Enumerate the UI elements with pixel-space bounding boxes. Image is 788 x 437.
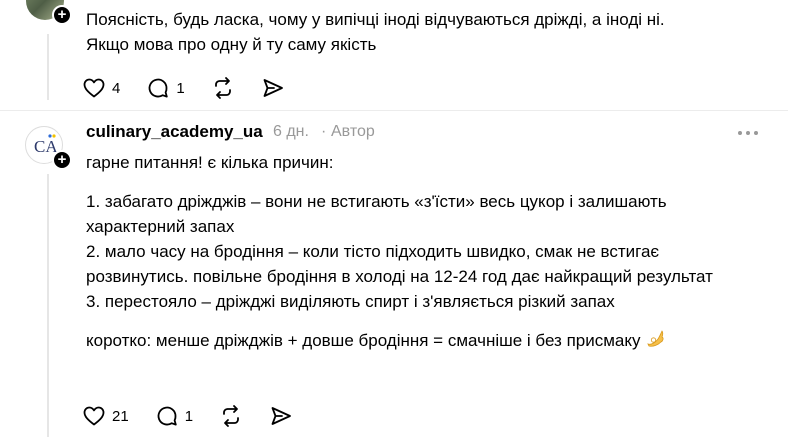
comment-icon [148, 78, 169, 98]
post-2-actions: 21 1 [82, 403, 319, 429]
post-1-text-line: Якщо мова про одну й ту саму якість [86, 35, 377, 54]
more-dots-icon [754, 131, 758, 135]
thread-line [47, 34, 49, 100]
reply-button[interactable]: 1 [146, 75, 185, 101]
post-2-summary-line: коротко: менше дріжджів + довше бродіння… [86, 328, 746, 353]
post-divider [0, 110, 788, 111]
like-button[interactable]: 21 [82, 403, 129, 429]
thread-line [47, 174, 49, 437]
post-2-item-3: 3. перестояло – дріжджі виділяють спирт … [86, 292, 615, 311]
repost-icon [223, 405, 239, 427]
like-count: 4 [112, 79, 121, 97]
username[interactable]: culinary_academy_ua [86, 122, 263, 142]
more-options-button[interactable] [738, 128, 764, 138]
post-2-summary: коротко: менше дріжджів + довше бродіння… [86, 331, 641, 350]
more-dots-icon [738, 131, 742, 135]
comment-icon [157, 406, 177, 426]
post-1-text-line: Поясність, будь ласка, чому у випічці ін… [86, 10, 665, 29]
post-2-item-1: 1. забагато дріжджів – вони не встигають… [86, 192, 667, 236]
post-2-item-2: 2. мало часу на бродіння – коли тісто пі… [86, 242, 713, 286]
share-button[interactable] [269, 403, 293, 429]
heart-icon [83, 78, 105, 98]
follow-plus-icon[interactable]: + [52, 150, 72, 170]
post-2-text: гарне питання! є кілька причин: 1. забаг… [86, 150, 746, 353]
more-dots-icon [746, 131, 750, 135]
repost-icon [214, 77, 231, 99]
reply-count: 1 [176, 79, 185, 97]
post-2-intro: гарне питання! є кілька причин: [86, 153, 334, 172]
share-button[interactable] [261, 75, 285, 101]
author-badge: Автор [331, 123, 375, 140]
like-count: 21 [112, 407, 129, 425]
send-icon [271, 407, 291, 425]
ok-hand-emoji [647, 330, 664, 347]
heart-icon [83, 406, 105, 426]
follow-plus-icon[interactable]: + [52, 5, 72, 25]
post-time[interactable]: 6 дн. [273, 123, 309, 141]
repost-button[interactable] [211, 75, 235, 101]
meta-separator: · [321, 123, 327, 140]
repost-button[interactable] [219, 403, 243, 429]
post-1-actions: 4 1 [82, 75, 311, 101]
reply-button[interactable]: 1 [155, 403, 193, 429]
like-button[interactable]: 4 [82, 75, 120, 101]
post-1-text: Поясність, будь ласка, чому у випічці ін… [86, 7, 746, 57]
send-icon [263, 79, 283, 97]
reply-count: 1 [184, 407, 194, 425]
